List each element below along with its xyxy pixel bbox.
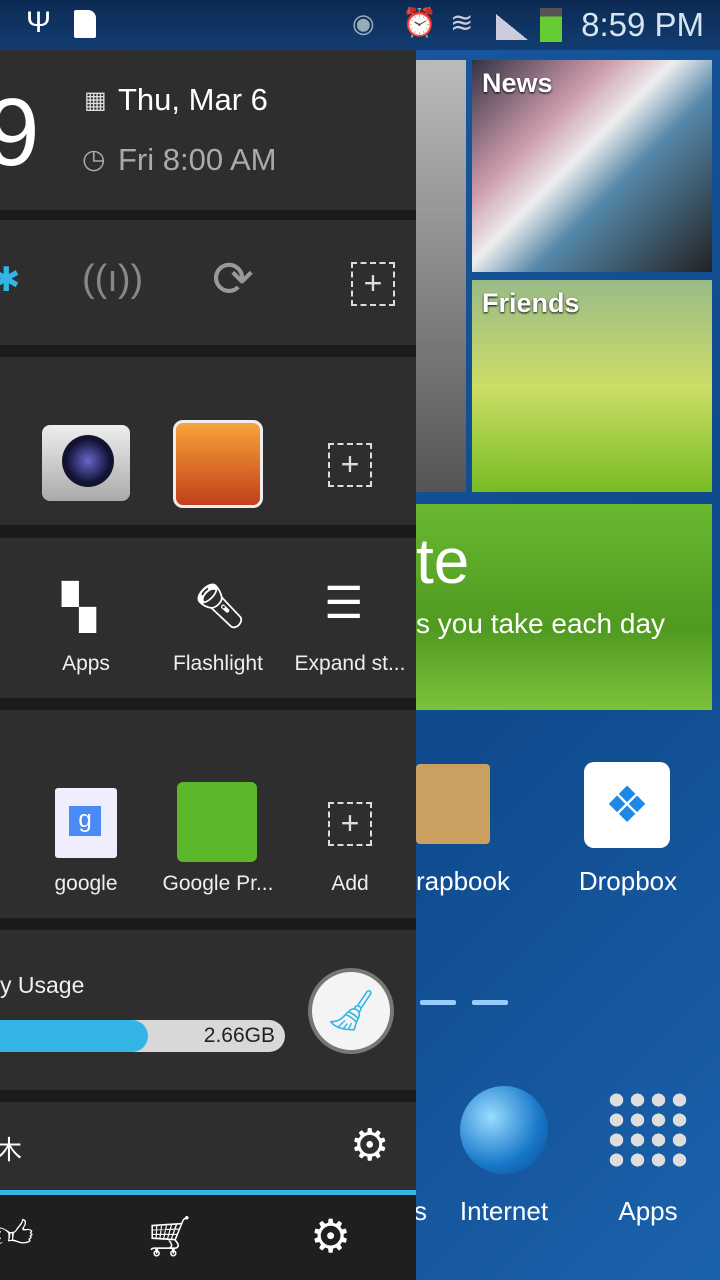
dropbox-icon[interactable]: ❖	[584, 762, 670, 848]
dropbox-label[interactable]: Dropbox	[548, 866, 708, 897]
banner-title: te	[416, 525, 470, 597]
actions-section: ▚ Apps 🔦︎ Flashlight ☰ Expand st...	[0, 538, 416, 698]
shortcut-google-pr[interactable]: Google Pr...	[153, 872, 283, 896]
internet-globe-icon[interactable]	[460, 1086, 548, 1174]
toggles-section: ✱ ((ı)) ⟳ +	[0, 220, 416, 345]
memory-usage-fill	[0, 1020, 149, 1052]
evernote-icon[interactable]	[177, 782, 257, 862]
camera-lens-icon	[62, 435, 114, 487]
battery-charging-icon	[540, 8, 562, 42]
profile-row-text: 木	[0, 1135, 23, 1165]
memory-usage-bar: 2.66GB	[0, 1020, 285, 1052]
sync-icon[interactable]: ⟳	[212, 250, 254, 308]
wifi-icon: ≋	[450, 7, 474, 38]
apps-icon[interactable]: ▚	[62, 582, 96, 633]
clock-hour: 9	[0, 79, 40, 186]
status-time: 8:59 PM	[581, 6, 704, 43]
flashlight-icon[interactable]: 🔦︎	[192, 580, 248, 632]
page-indicator	[472, 1000, 508, 1005]
banner-widget[interactable]: te s you take each day	[416, 504, 712, 710]
signal-icon	[496, 14, 528, 40]
shortcut-google[interactable]: google	[21, 872, 151, 896]
home-wallpaper-tile[interactable]	[416, 60, 466, 492]
list-icon[interactable]: ☰	[324, 578, 363, 629]
internet-label[interactable]: Internet	[424, 1196, 584, 1227]
cart-icon[interactable]: 🛒︎	[144, 1213, 195, 1260]
profile-row: 木 ⚙	[0, 1102, 416, 1190]
settings-gear-icon[interactable]: ⚙	[350, 1120, 389, 1171]
friends-tile-label: Friends	[482, 288, 580, 318]
google-g-icon: g	[69, 806, 101, 836]
apps-grid-icon[interactable]	[606, 1090, 690, 1170]
google-doc-icon[interactable]: g	[55, 788, 117, 858]
memory-section: y Usage 2.66GB 🧹︎	[0, 930, 416, 1090]
news-tile-label: News	[482, 68, 553, 98]
clash-of-clans-app-icon[interactable]	[173, 420, 263, 508]
date-text: Thu, Mar 6	[118, 82, 268, 117]
bottom-bar: 👍︎ 🛒︎ ⚙	[0, 1195, 416, 1280]
scrapbook-icon[interactable]	[416, 764, 490, 844]
usb-icon: Ψ	[26, 6, 52, 39]
memory-usage-label: y Usage	[0, 972, 85, 998]
action-expand-status[interactable]: Expand st...	[288, 652, 412, 676]
shortcut-add[interactable]: Add	[285, 872, 415, 896]
action-apps[interactable]: Apps	[21, 652, 151, 676]
memory-usage-value: 2.66GB	[203, 1024, 275, 1047]
sim-card-icon	[74, 10, 96, 38]
action-flashlight[interactable]: Flashlight	[153, 652, 283, 676]
bluetooth-icon[interactable]: ✱	[0, 260, 21, 300]
side-panel: 9 ▦ Thu, Mar 6 ◷ Fri 8:00 AM ✱ ((ı)) ⟳ +…	[0, 50, 416, 1280]
settings-icon[interactable]: ⚙	[310, 1209, 351, 1263]
clock-section: 9 ▦ Thu, Mar 6 ◷ Fri 8:00 AM	[0, 50, 416, 210]
camera-app-icon[interactable]	[42, 425, 130, 501]
friends-tile[interactable]: Friends	[472, 280, 712, 492]
status-bar: Ψ ◉ ⏰ ≋ 8:59 PM	[0, 0, 720, 50]
hotspot-icon[interactable]: ((ı))	[82, 258, 143, 301]
alarm-icon: ⏰	[402, 7, 437, 38]
thumbs-up-icon[interactable]: 👍︎	[0, 1213, 34, 1258]
banner-subtitle: s you take each day	[416, 608, 666, 639]
memory-clean-broom-button[interactable]: 🧹︎	[308, 968, 394, 1054]
add-toggle-button[interactable]: +	[351, 262, 395, 306]
smart-stay-eye-icon: ◉	[352, 8, 375, 38]
app-shortcuts-section: +	[0, 357, 416, 525]
apps-label[interactable]: Apps	[568, 1196, 720, 1227]
add-shortcut-icon[interactable]: +	[328, 802, 372, 846]
news-tile[interactable]: News	[472, 60, 712, 272]
alarm-icon: ◷	[82, 144, 106, 174]
shortcuts-section: g google Google Pr... + Add	[0, 710, 416, 918]
next-alarm-text[interactable]: Fri 8:00 AM	[118, 142, 277, 178]
calendar-icon: ▦	[84, 87, 107, 114]
page-indicator	[420, 1000, 456, 1005]
add-app-button[interactable]: +	[328, 443, 372, 487]
